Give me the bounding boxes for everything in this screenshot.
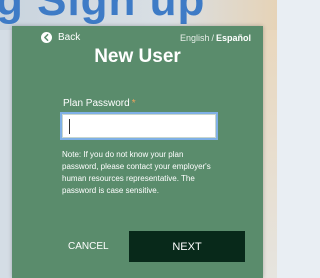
back-button[interactable]: Back [41, 32, 80, 43]
page-header-text: g Sign up [0, 0, 206, 25]
back-label: Back [58, 32, 81, 43]
cancel-button[interactable]: CANCEL [68, 241, 109, 252]
page-background-left [0, 30, 12, 278]
required-marker: * [131, 98, 136, 109]
text-cursor [69, 119, 70, 134]
language-english-link[interactable]: English [180, 33, 210, 43]
page-title: New User [94, 46, 181, 67]
back-arrow-icon [41, 32, 52, 43]
page-background-right [263, 30, 277, 278]
plan-password-input[interactable] [60, 112, 218, 140]
new-user-card: Back English / Español New User Plan Passw… [12, 26, 263, 278]
language-spanish-link[interactable]: Español [216, 33, 251, 43]
password-help-note: Note: If you do not know your plan passw… [62, 150, 211, 195]
language-switcher: English / Español [180, 33, 251, 43]
plan-password-label: Plan Password * [63, 98, 136, 109]
next-button[interactable]: NEXT [129, 231, 245, 262]
plan-password-label-text: Plan Password [63, 98, 130, 109]
language-separator: / [211, 33, 214, 43]
